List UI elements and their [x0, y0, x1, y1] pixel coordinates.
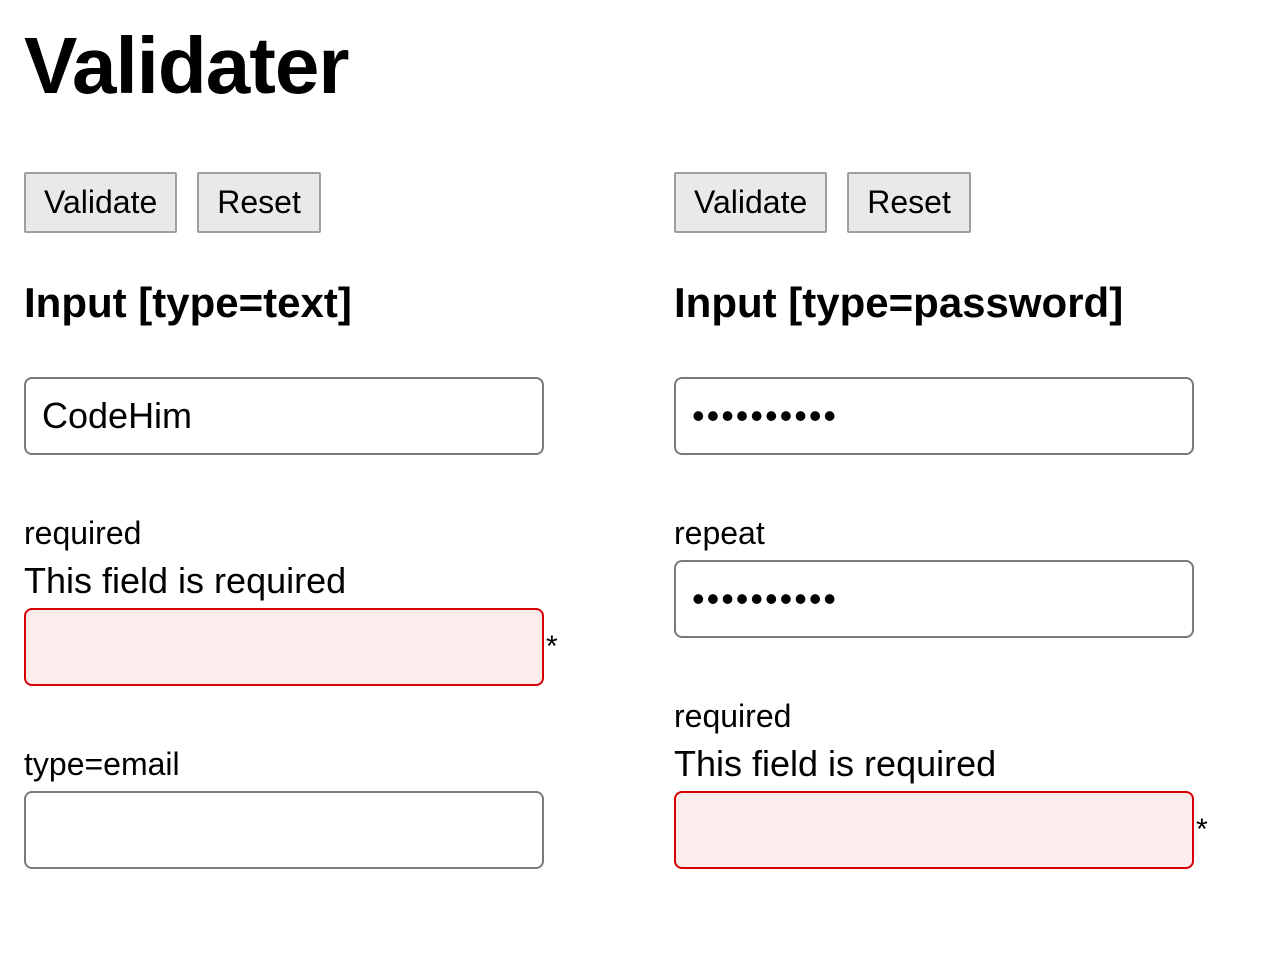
columns: Validate Reset Input [type=text] require… — [24, 172, 1256, 869]
password-input[interactable] — [674, 377, 1194, 455]
required-label: required — [674, 698, 1214, 735]
required-asterisk: * — [1196, 813, 1208, 847]
left-button-row: Validate Reset — [24, 172, 564, 233]
left-heading: Input [type=text] — [24, 279, 564, 327]
validate-button[interactable]: Validate — [24, 172, 177, 233]
email-label: type=email — [24, 746, 564, 783]
required-label: required — [24, 515, 564, 552]
text-input[interactable] — [24, 377, 544, 455]
required-text-field-group: required This field is required * — [24, 515, 564, 686]
password-field-group — [674, 377, 1214, 455]
reset-button[interactable]: Reset — [197, 172, 321, 233]
page-title: Validater — [24, 20, 1256, 112]
right-button-row: Validate Reset — [674, 172, 1214, 233]
reset-button[interactable]: Reset — [847, 172, 971, 233]
required-error-message: This field is required — [674, 743, 1214, 785]
required-password-field-group: required This field is required * — [674, 698, 1214, 869]
validate-button[interactable]: Validate — [674, 172, 827, 233]
required-asterisk: * — [546, 630, 558, 664]
email-field-group: type=email — [24, 746, 564, 869]
required-error-message: This field is required — [24, 560, 564, 602]
email-input[interactable] — [24, 791, 544, 869]
required-password-input[interactable] — [674, 791, 1194, 869]
right-column: Validate Reset Input [type=password] rep… — [674, 172, 1214, 869]
repeat-password-input[interactable] — [674, 560, 1194, 638]
left-column: Validate Reset Input [type=text] require… — [24, 172, 564, 869]
repeat-label: repeat — [674, 515, 1214, 552]
repeat-password-field-group: repeat — [674, 515, 1214, 638]
right-heading: Input [type=password] — [674, 279, 1214, 327]
required-text-input[interactable] — [24, 608, 544, 686]
text-field-group — [24, 377, 564, 455]
